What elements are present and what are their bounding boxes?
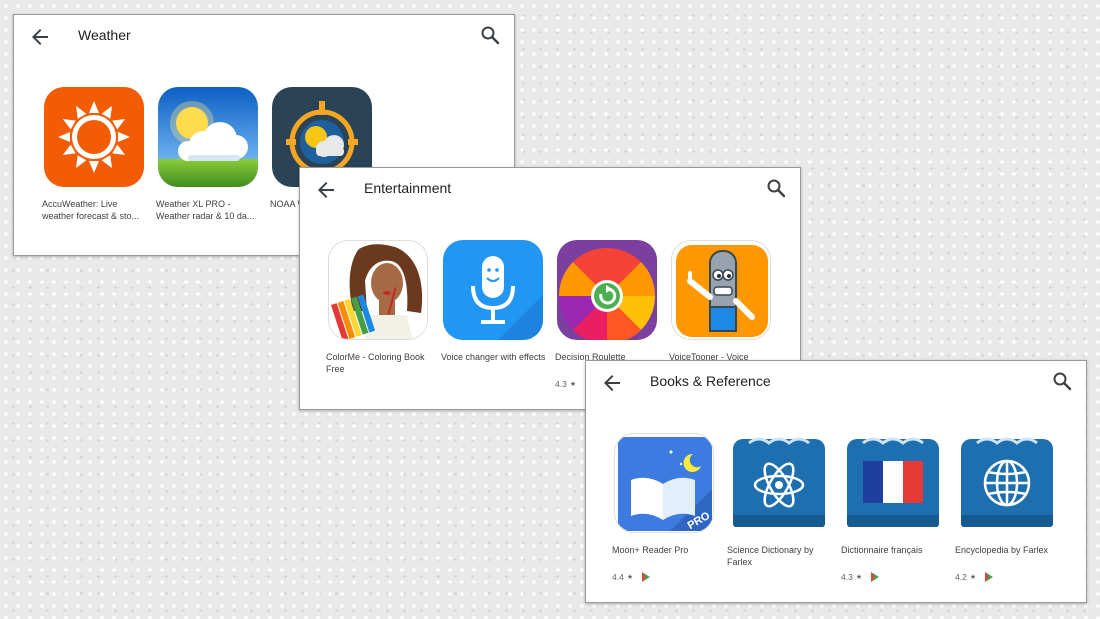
search-icon[interactable]	[478, 23, 502, 47]
roulette-wheel-icon	[557, 240, 657, 340]
app-card[interactable]: Dictionnaire français 4.3 ★	[841, 433, 953, 583]
rating-row: 4.3 ★	[841, 571, 953, 583]
app-card[interactable]: Encyclopedia by Farlex 4.2 ★	[955, 433, 1067, 583]
star-icon: ★	[969, 574, 977, 581]
app-name: Dictionnaire français	[841, 545, 923, 555]
star-icon: ★	[855, 574, 863, 581]
star-icon: ★	[626, 574, 634, 581]
play-pass-icon	[871, 572, 880, 582]
accuweather-sun-icon	[44, 87, 144, 187]
back-arrow-icon[interactable]	[28, 25, 52, 49]
moon-reader-book-icon: PRO	[614, 433, 714, 533]
rating-row	[156, 225, 268, 231]
globe-book-icon	[957, 433, 1057, 533]
app-name: Encyclopedia by Farlex	[955, 545, 1049, 555]
app-card[interactable]: PRO Moon+ Reader Pro 4.4 ★	[612, 433, 724, 583]
rating-row	[727, 571, 839, 577]
star-icon: ★	[569, 381, 577, 388]
app-name: Moon+ Reader Pro	[612, 545, 689, 555]
app-card[interactable]: Weather XL PRO - Weather radar & 10 da..…	[156, 87, 268, 231]
search-icon[interactable]	[1050, 369, 1074, 393]
books-header: Books & Reference	[586, 361, 1086, 405]
app-card[interactable]: VoiceTooner - Voice	[669, 240, 781, 375]
rating-value: 4.3	[841, 572, 853, 582]
weather-xl-sun-cloud-icon	[158, 87, 258, 187]
page-title: Books & Reference	[650, 373, 771, 389]
app-name: Voice changer with effects	[441, 352, 546, 362]
app-card[interactable]: Science Dictionary by Farlex	[727, 433, 839, 577]
rating-value: 4.4	[612, 572, 624, 582]
back-arrow-icon[interactable]	[600, 371, 624, 395]
app-card[interactable]: ColorMe - Coloring Book Free	[326, 240, 438, 384]
app-card[interactable]: Voice changer with effects	[441, 240, 553, 384]
play-pass-icon	[642, 572, 651, 582]
entertainment-header: Entertainment	[300, 168, 800, 212]
colorme-icon	[328, 240, 428, 340]
rating-value: 4.2	[955, 572, 967, 582]
rating-row	[441, 378, 553, 384]
app-name: Science Dictionary by Farlex	[727, 545, 814, 567]
page-title: Weather	[78, 27, 131, 43]
app-name: Weather XL PRO - Weather radar & 10 da..…	[156, 199, 255, 221]
app-name: AccuWeather: Live weather forecast & sto…	[42, 199, 140, 221]
atom-book-icon	[729, 433, 829, 533]
microphone-icon	[443, 240, 543, 340]
weather-header: Weather	[14, 15, 514, 59]
rating-row	[42, 225, 154, 231]
rating-row: 4.2 ★	[955, 571, 1067, 583]
search-icon[interactable]	[764, 176, 788, 200]
rating-row: 4.4 ★	[612, 571, 724, 583]
app-name: ColorMe - Coloring Book Free	[326, 352, 425, 374]
play-pass-icon	[985, 572, 994, 582]
books-reference-panel: Books & Reference PRO Moon+ Reader Pro 4…	[585, 360, 1087, 603]
voicetooner-robot-icon	[671, 240, 771, 340]
french-flag-book-icon	[843, 433, 943, 533]
rating-value: 4.3	[555, 379, 567, 389]
page-title: Entertainment	[364, 180, 452, 196]
app-card[interactable]: AccuWeather: Live weather forecast & sto…	[42, 87, 154, 231]
rating-row	[326, 378, 438, 384]
back-arrow-icon[interactable]	[314, 178, 338, 202]
